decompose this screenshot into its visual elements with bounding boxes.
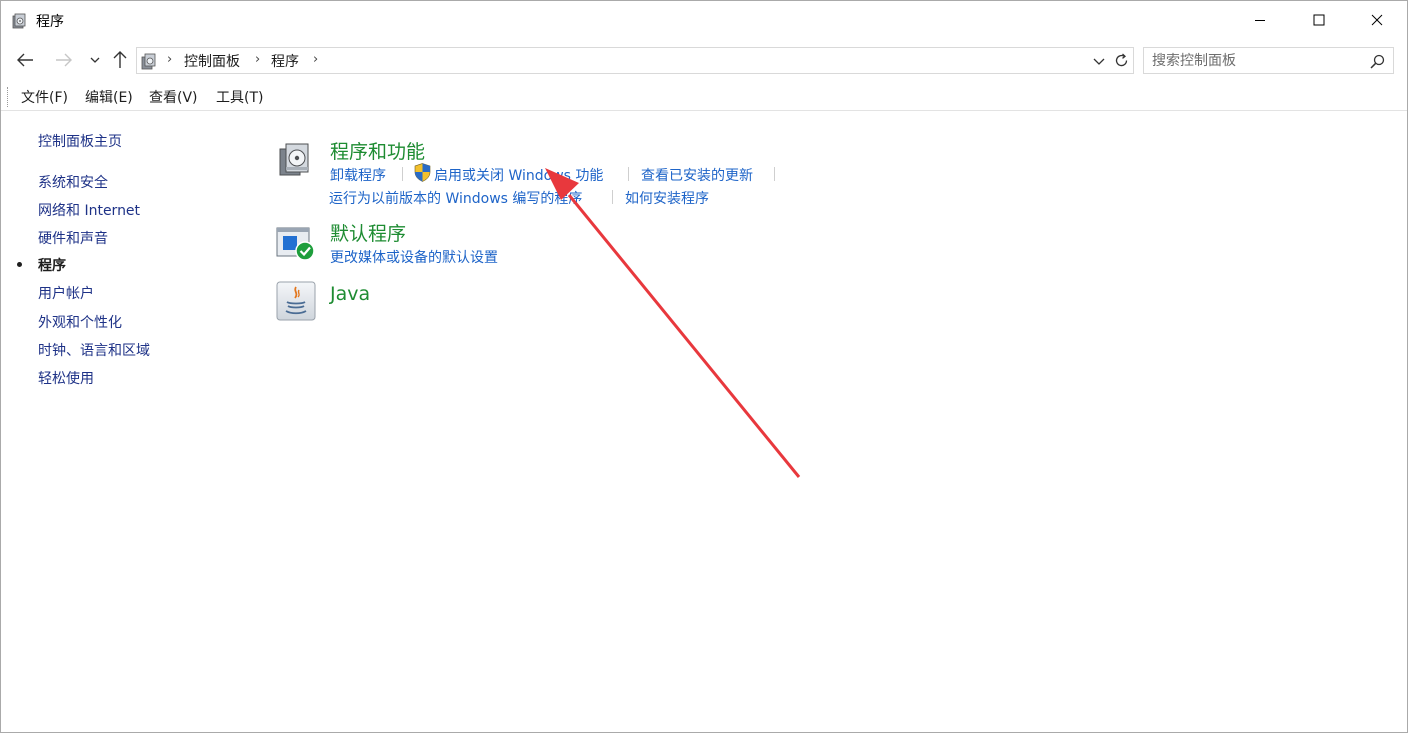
arrow-right-icon bbox=[56, 53, 72, 67]
arrow-left-icon bbox=[17, 53, 33, 67]
chevron-down-icon bbox=[90, 57, 100, 63]
programs-icon bbox=[141, 53, 156, 70]
nav-user-accounts[interactable]: 用户帐户 bbox=[38, 283, 94, 303]
search-icon[interactable] bbox=[1370, 54, 1385, 69]
menu-edit[interactable]: 编辑(E) bbox=[85, 87, 133, 107]
change-media-defaults-link[interactable]: 更改媒体或设备的默认设置 bbox=[330, 247, 498, 267]
how-to-install-link[interactable]: 如何安装程序 bbox=[625, 188, 709, 208]
maximize-icon bbox=[1313, 14, 1325, 26]
link-separator bbox=[628, 167, 629, 181]
programs-features-title[interactable]: 程序和功能 bbox=[330, 137, 425, 164]
uac-shield-icon bbox=[414, 163, 431, 182]
view-installed-updates-link[interactable]: 查看已安装的更新 bbox=[641, 165, 753, 185]
minimize-icon bbox=[1255, 20, 1265, 21]
default-programs-title[interactable]: 默认程序 bbox=[330, 219, 406, 246]
nav-programs-current: 程序 bbox=[38, 258, 66, 274]
control-panel-window: 程序 › 控制面板 › 程序 › 搜索控制面板 文件(F) 编辑(E) 查看(V… bbox=[0, 0, 1408, 733]
minimize-button[interactable] bbox=[1231, 1, 1289, 39]
control-panel-home-link[interactable]: 控制面板主页 bbox=[38, 131, 122, 151]
arrow-up-icon bbox=[113, 51, 127, 68]
chevron-right-icon[interactable]: › bbox=[255, 52, 260, 67]
java-icon[interactable] bbox=[276, 281, 316, 321]
default-programs-icon[interactable] bbox=[275, 224, 315, 264]
link-separator bbox=[402, 167, 403, 181]
nav-system-security[interactable]: 系统和安全 bbox=[38, 172, 108, 192]
close-icon bbox=[1371, 14, 1383, 26]
nav-ease-of-access[interactable]: 轻松使用 bbox=[38, 368, 94, 388]
menu-file[interactable]: 文件(F) bbox=[21, 87, 68, 107]
nav-clock-region[interactable]: 时钟、语言和区域 bbox=[38, 340, 150, 360]
back-button[interactable] bbox=[14, 49, 36, 71]
programs-features-icon[interactable] bbox=[276, 139, 316, 179]
address-bar[interactable]: › 控制面板 › 程序 › bbox=[136, 47, 1111, 74]
current-page-bullet bbox=[17, 262, 22, 267]
menu-view[interactable]: 查看(V) bbox=[149, 87, 198, 107]
recent-locations-button[interactable] bbox=[84, 49, 106, 71]
chevron-down-icon[interactable] bbox=[1092, 54, 1106, 68]
title-bar[interactable]: 程序 bbox=[1, 1, 1407, 39]
breadcrumb-control-panel[interactable]: 控制面板 bbox=[184, 51, 240, 71]
search-input[interactable] bbox=[1152, 51, 1362, 71]
window-title: 程序 bbox=[36, 14, 64, 30]
up-button[interactable] bbox=[109, 49, 131, 71]
link-separator bbox=[612, 190, 613, 204]
nav-appearance[interactable]: 外观和个性化 bbox=[38, 312, 122, 332]
java-title[interactable]: Java bbox=[330, 283, 370, 305]
maximize-button[interactable] bbox=[1290, 1, 1348, 39]
nav-hardware-sound[interactable]: 硬件和声音 bbox=[38, 228, 108, 248]
nav-network-internet[interactable]: 网络和 Internet bbox=[38, 200, 140, 220]
chevron-right-icon[interactable]: › bbox=[167, 52, 172, 67]
run-older-programs-link[interactable]: 运行为以前版本的 Windows 编写的程序 bbox=[329, 188, 582, 208]
turn-windows-features-link[interactable]: 启用或关闭 Windows 功能 bbox=[434, 165, 603, 185]
uninstall-program-link[interactable]: 卸载程序 bbox=[330, 165, 386, 185]
link-separator bbox=[774, 167, 775, 181]
refresh-icon bbox=[1115, 53, 1128, 67]
search-box[interactable] bbox=[1143, 47, 1394, 74]
menu-grip bbox=[7, 87, 8, 107]
programs-icon bbox=[12, 13, 26, 29]
refresh-button[interactable] bbox=[1110, 47, 1134, 74]
menu-tools[interactable]: 工具(T) bbox=[216, 87, 263, 107]
forward-button[interactable] bbox=[53, 49, 75, 71]
breadcrumb-programs[interactable]: 程序 bbox=[271, 51, 299, 71]
close-button[interactable] bbox=[1348, 1, 1406, 39]
chevron-right-icon[interactable]: › bbox=[313, 52, 318, 67]
menu-bar: 文件(F) 编辑(E) 查看(V) 工具(T) bbox=[1, 83, 1407, 111]
